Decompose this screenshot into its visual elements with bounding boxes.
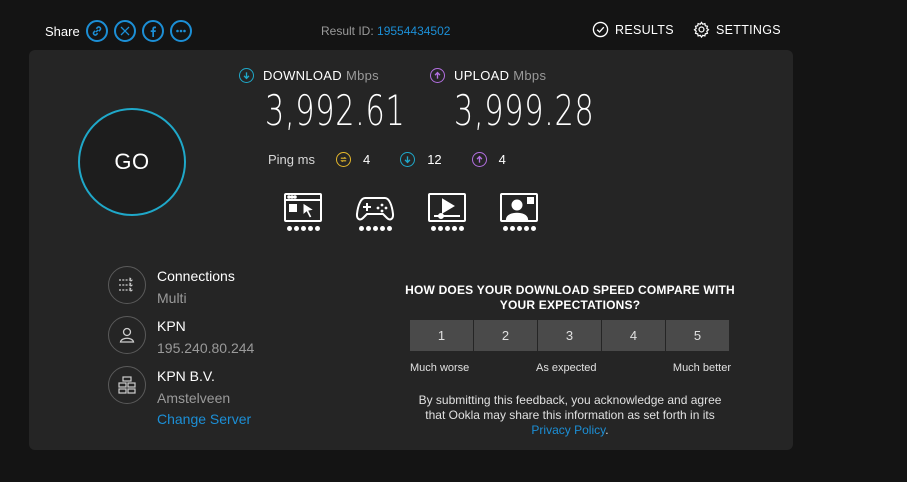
download-header: DOWNLOAD Mbps — [239, 68, 379, 83]
survey-question: HOW DOES YOUR DOWNLOAD SPEED COMPARE WIT… — [405, 283, 735, 312]
host-name: KPN B.V. — [157, 368, 215, 384]
result-id-link[interactable]: 19554434502 — [377, 24, 450, 38]
gaming-rating[interactable] — [355, 192, 395, 231]
ping-download[interactable]: 12 — [400, 152, 442, 167]
feedback-notice: By submitting this feedback, you acknowl… — [409, 393, 731, 438]
host-location: Amstelveen — [157, 390, 231, 406]
notice-text: By submitting this feedback, you acknowl… — [418, 393, 722, 422]
download-arrow-icon — [239, 68, 254, 83]
isp-name: KPN — [157, 318, 186, 334]
more-icon — [175, 29, 186, 33]
share-label: Share — [45, 23, 80, 39]
go-label: GO — [114, 149, 150, 174]
check-circle-icon — [592, 21, 609, 38]
rating-button-2[interactable]: 2 — [474, 320, 537, 351]
idle-latency-icon — [335, 152, 351, 167]
x-icon — [120, 26, 130, 36]
web-browsing-dots — [286, 226, 321, 231]
notice-end: . — [605, 423, 609, 437]
share-facebook-button[interactable] — [141, 20, 164, 42]
rating-button-4[interactable]: 4 — [602, 320, 665, 351]
result-id: Result ID: 19554434502 — [321, 24, 450, 38]
rating-button-1[interactable]: 1 — [410, 320, 473, 351]
results-button[interactable]: RESULTS — [592, 21, 674, 38]
rating-button-5[interactable]: 5 — [666, 320, 729, 351]
settings-button[interactable]: SETTINGS — [693, 21, 781, 38]
connections-value: Multi — [157, 290, 187, 306]
isp-ip: 195.240.80.244 — [157, 340, 255, 356]
gear-icon — [693, 21, 710, 38]
upload-arrow-icon — [430, 68, 445, 83]
upload-latency-icon — [471, 152, 487, 167]
share-link-button[interactable] — [85, 20, 108, 42]
privacy-policy-link[interactable]: Privacy Policy — [531, 423, 605, 437]
ping-upload-value: 4 — [498, 152, 506, 167]
ping-idle-value: 4 — [362, 152, 371, 167]
video-streaming-icon — [428, 193, 466, 222]
web-browsing-rating[interactable] — [283, 192, 323, 231]
video-chat-icon — [500, 193, 538, 222]
ping-idle[interactable]: 4 — [335, 152, 371, 167]
share-x-button[interactable] — [113, 20, 136, 42]
rating-buttons: 1 2 3 4 5 — [410, 320, 730, 351]
change-server-link[interactable]: Change Server — [157, 411, 251, 427]
download-label: DOWNLOAD — [263, 68, 342, 83]
web-browsing-icon — [284, 193, 322, 222]
facebook-icon — [150, 26, 156, 37]
user-icon — [108, 316, 146, 354]
server-stack-icon — [108, 366, 146, 404]
video-chat-rating[interactable] — [499, 192, 539, 231]
download-unit: Mbps — [345, 68, 379, 83]
settings-label: SETTINGS — [716, 22, 781, 37]
use-case-ratings — [283, 192, 571, 231]
upload-unit: Mbps — [513, 68, 547, 83]
gaming-dots — [358, 226, 393, 231]
share-bar: Share — [45, 20, 198, 42]
results-label: RESULTS — [615, 22, 674, 37]
scale-low: Much worse — [410, 362, 470, 374]
ping-upload[interactable]: 4 — [471, 152, 506, 167]
result-id-label: Result ID: — [321, 24, 374, 38]
download-speed: 3,992.61 — [265, 86, 406, 135]
share-more-button[interactable] — [169, 20, 192, 42]
video-streaming-rating[interactable] — [427, 192, 467, 231]
scale-high: Much better — [672, 362, 731, 374]
connections-label: Connections — [157, 268, 235, 284]
ping-row: Ping ms 4 12 4 — [268, 152, 536, 167]
result-card: GO DOWNLOAD Mbps 3,992.61 UPLOAD Mbps 3,… — [29, 50, 793, 450]
scale-mid: As expected — [536, 362, 597, 374]
ping-label: Ping ms — [268, 152, 315, 167]
rating-button-3[interactable]: 3 — [538, 320, 601, 351]
upload-header: UPLOAD Mbps — [430, 68, 546, 83]
connections-icon — [108, 266, 146, 304]
upload-label: UPLOAD — [454, 68, 510, 83]
video-chat-dots — [502, 226, 537, 231]
ping-download-value: 12 — [427, 152, 442, 167]
download-latency-icon — [400, 152, 416, 167]
video-streaming-dots — [430, 226, 465, 231]
upload-speed: 3,999.28 — [454, 86, 595, 135]
gaming-icon — [355, 197, 395, 221]
link-icon — [92, 26, 101, 36]
go-button[interactable]: GO — [78, 108, 186, 216]
